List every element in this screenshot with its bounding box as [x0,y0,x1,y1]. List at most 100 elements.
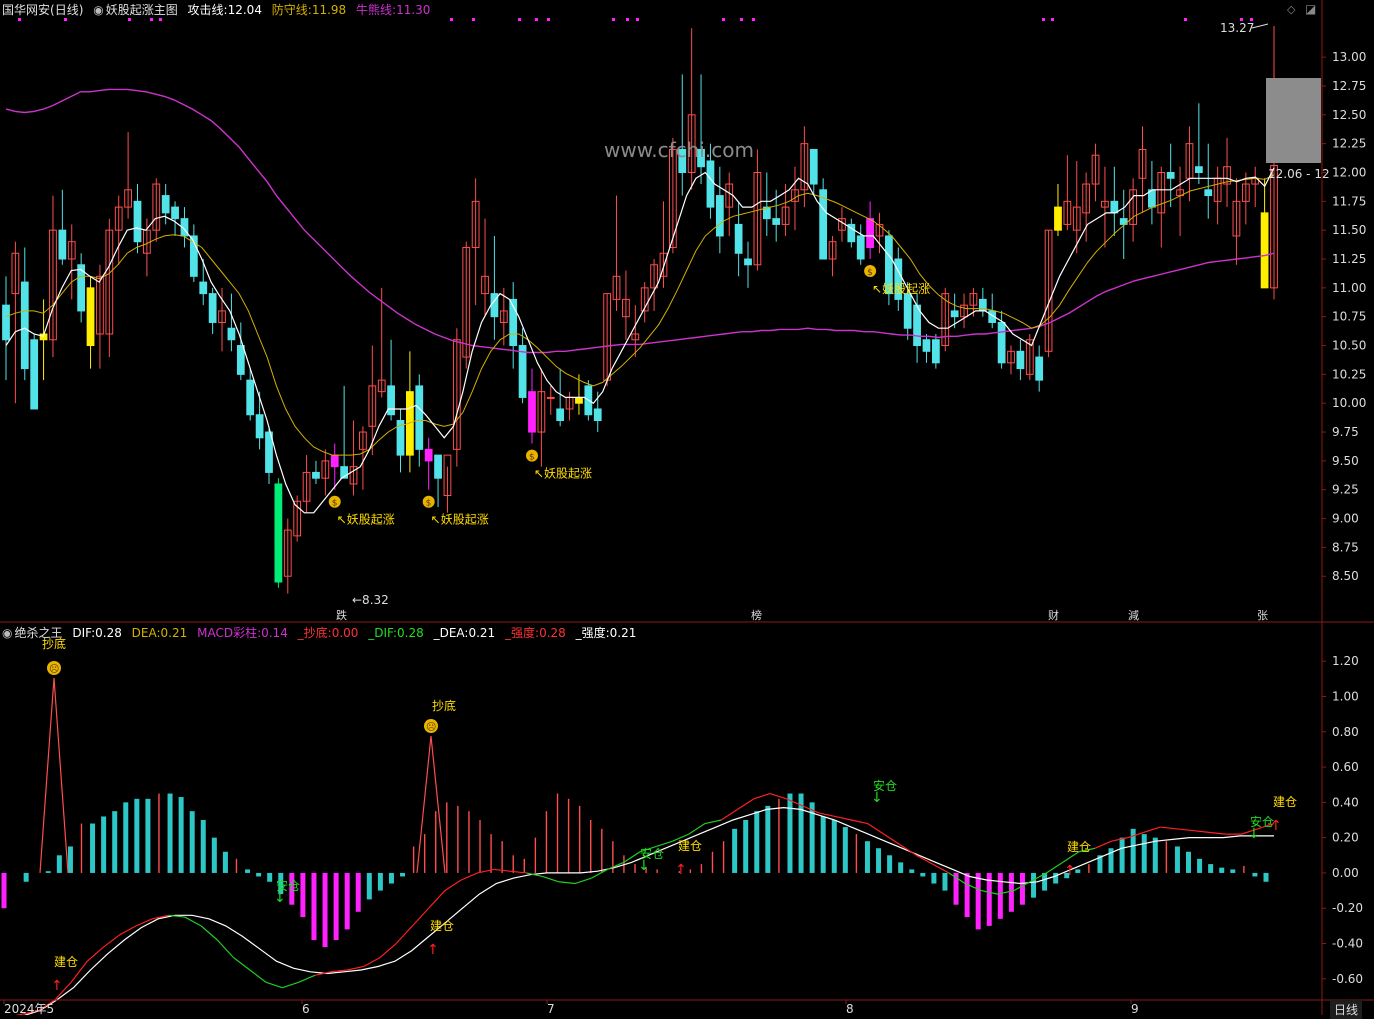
upper-tick-label: 13.00 [1332,50,1366,64]
marker-die: 跌 [334,609,349,623]
period-button[interactable]: 日线 [1330,1000,1363,1019]
signal-label: ↖妖股起涨 [337,512,395,527]
macd-bar [322,872,328,948]
up-arrow-icon: ↑ [51,978,63,994]
moneybag-glyph: $ [426,499,432,509]
jiancang-label: 建仓 [1273,795,1297,809]
macd-bar [1186,851,1192,873]
diamond-icon[interactable]: ◇ [1287,3,1295,16]
dif2-label: _DIF: [368,626,398,640]
macd-bar [267,872,273,882]
macd-bar [964,872,970,918]
period-label: (日线) [50,3,84,17]
macd-bar [256,872,262,877]
indicator-toggle-icon[interactable]: ◉ [93,3,103,17]
candle-body [236,345,245,375]
low-label: ←8.32 [352,593,389,607]
down-arrow-icon: ↓ [1248,826,1260,842]
candle-body [415,385,424,450]
candle-body [1194,166,1203,173]
lower-tick-label: -0.40 [1332,937,1363,951]
macd-bar [876,848,882,873]
dif-segment [216,939,235,959]
dif-segment [444,879,462,892]
macd-bar [1197,858,1203,873]
lower-indicator-toggle-icon[interactable]: ◉ [2,626,12,640]
top-signal-dot [752,18,755,21]
bull-line [5,88,1275,354]
macd-bar [1031,872,1037,898]
candle-body [575,396,583,404]
macd-bar [189,811,195,873]
macd-bar [344,872,350,930]
candle-body [856,235,865,260]
lower-indicator-panel: ☹☹抄底抄底建仓↑建仓↑建仓↑建仓↑建仓↑安仓↓安仓↓安仓↓安仓↓ [1,636,1297,1015]
top-signal-dot [472,18,475,21]
top-signal-dot [1184,18,1187,21]
defense-label: 防守线: [271,3,312,17]
candle-body [171,206,179,220]
x-tick-label: 8 [846,1002,854,1015]
candle-body [387,385,395,416]
upper-tick-label: 10.75 [1332,310,1366,324]
macd-bar [1252,872,1258,877]
watermark: www.cfchi.com [604,138,754,162]
macd-bar [1263,872,1269,882]
upper-tick-label: 11.75 [1332,194,1366,208]
macd-bar [1119,837,1125,873]
attack-line [5,167,1275,514]
macd-bar [200,820,206,873]
x-tick-label: 7 [547,1002,555,1015]
macd-bar [754,811,760,873]
macd-bar [167,793,173,873]
dif-segment [753,792,771,800]
macd-bar [842,827,848,873]
candle-body [734,223,743,254]
chaodi-spike [39,677,69,873]
bull-value: 11.30 [396,3,431,17]
candle-body [30,339,39,410]
macd-bar [45,871,51,873]
dif-segment [867,823,885,835]
expand-icon[interactable]: ◪ [1305,2,1316,16]
lower-indicator-name[interactable]: 绝杀之王 [14,626,62,640]
dif-segment [720,808,738,821]
defense-line [5,174,1275,456]
moneybag-glyph: $ [332,499,338,509]
dif-segment [558,881,576,885]
indicator-name[interactable]: 妖股起涨主图 [106,3,178,17]
candle-body [1166,171,1175,179]
dif-segment [184,916,202,927]
jiancang-label: 建仓 [1067,840,1091,854]
candle-body [1260,212,1269,289]
top-signal-dot [547,18,550,21]
candle-body [593,408,602,422]
signal-label: ↖妖股起涨 [431,512,489,527]
macd-bar [732,828,738,873]
candle-body [312,471,320,479]
macd-bar [245,869,251,873]
candle-body [424,448,433,462]
jiancang-label: 建仓 [54,955,78,969]
dif-segment [460,872,478,881]
candle-body [772,218,781,225]
macd-value: 0.14 [261,626,288,640]
candle-body [1204,189,1213,197]
dea2-label: _DEA: [433,626,469,640]
upper-tick-label: 9.50 [1332,454,1359,468]
macd-bar [56,855,62,873]
upper-tick-label: 9.75 [1332,425,1359,439]
candle-body [199,281,208,295]
marker-jian: 減 [1126,609,1141,623]
defense-value: 11.98 [311,3,347,17]
lower-tick-label: 0.60 [1332,760,1359,774]
macd-bar [388,872,394,884]
dif-segment [883,833,901,846]
macd-bar [1042,872,1048,891]
high-label: 13.27 [1220,21,1254,35]
candle-body [274,483,283,583]
qiangdu-label: _强度: [505,626,540,640]
marker-cai: 财 [1046,609,1061,623]
attack-value: 12.04 [227,3,262,17]
lower-tick-label: 1.00 [1332,689,1359,703]
